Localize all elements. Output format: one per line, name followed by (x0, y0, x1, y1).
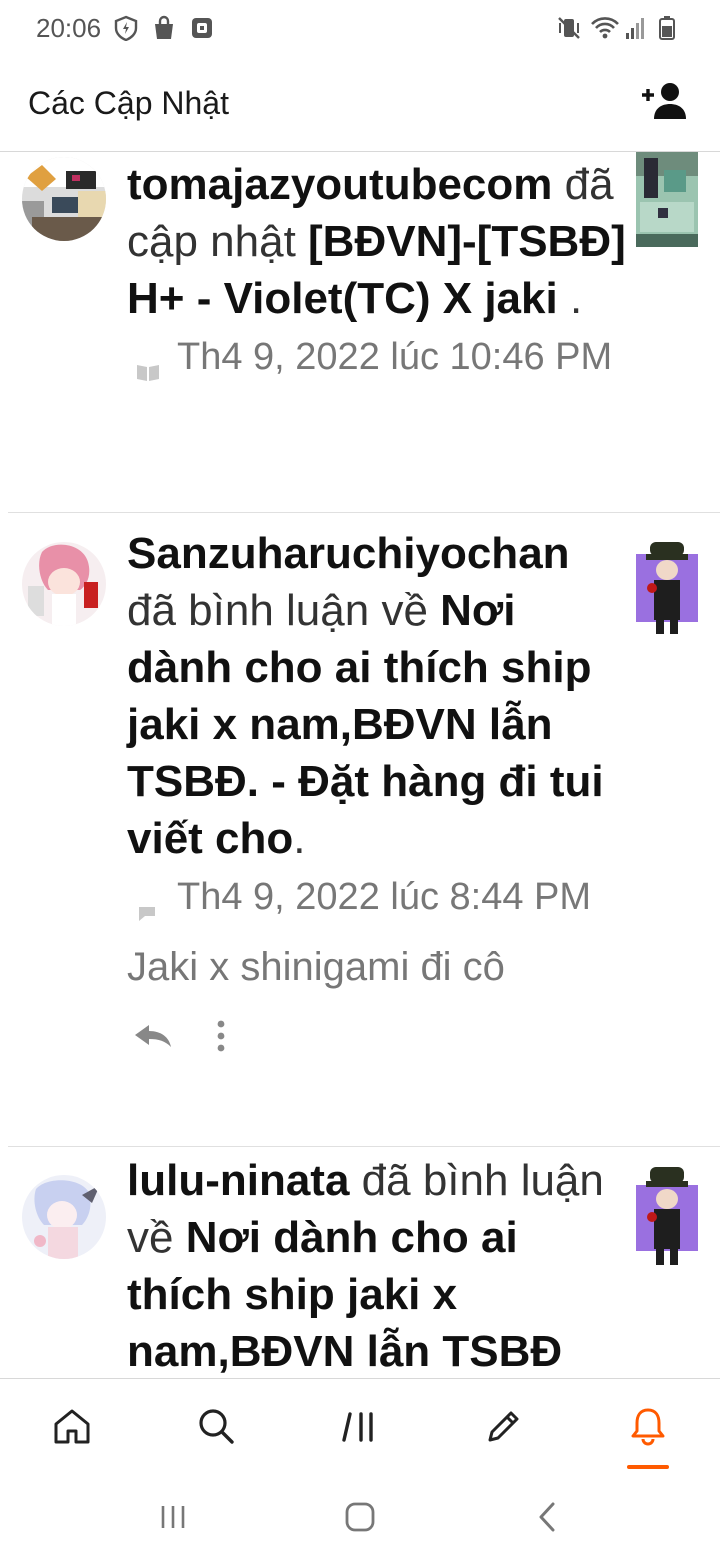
username[interactable]: tomajazyoutubecom (127, 160, 552, 209)
story-cover-thumbnail[interactable] (636, 152, 698, 247)
shield-icon (113, 15, 139, 42)
nav-home[interactable] (0, 1379, 144, 1479)
add-person-icon (640, 81, 688, 126)
feed-item[interactable]: Sanzuharuchiyochan đã bình luận về Nơi d… (0, 514, 720, 1147)
mute-vibrate-icon (556, 15, 582, 41)
username[interactable]: lulu-ninata (127, 1156, 349, 1205)
action-tail: . (293, 814, 306, 863)
meta-row: Th4 9, 2022 lúc 10:46 PM (135, 333, 627, 385)
home-button[interactable] (330, 1489, 390, 1549)
write-icon (484, 1406, 524, 1451)
more-icon (215, 1020, 227, 1057)
recents-button[interactable] (143, 1489, 203, 1549)
home-button-icon (344, 1501, 376, 1538)
update-headline[interactable]: lulu-ninata đã bình luận về Nơi dành cho… (127, 1147, 627, 1378)
action-text: đã bình luận về (127, 586, 441, 635)
username[interactable]: Sanzuharuchiyochan (127, 529, 570, 578)
reply-button[interactable] (131, 1021, 175, 1056)
nav-library[interactable] (288, 1379, 432, 1479)
app-header: Các Cập Nhật (0, 56, 720, 152)
nav-write[interactable] (432, 1379, 576, 1479)
updates-feed: tomajazyoutubecom đã cập nhật [BĐVN]-[TS… (0, 152, 720, 1378)
more-options-button[interactable] (215, 1019, 227, 1058)
app-box-icon (189, 15, 215, 41)
update-headline[interactable]: Sanzuharuchiyochan đã bình luận về Nơi d… (127, 514, 627, 867)
feed-item[interactable]: lulu-ninata đã bình luận về Nơi dành cho… (0, 1147, 720, 1378)
divider (8, 512, 720, 513)
comment-actions (131, 1019, 627, 1058)
feed-item[interactable]: tomajazyoutubecom đã cập nhật [BĐVN]-[TS… (0, 152, 720, 514)
timestamp: Th4 9, 2022 lúc 8:44 PM (177, 876, 592, 918)
back-icon (536, 1501, 558, 1538)
reply-icon (131, 1025, 175, 1055)
battery-icon (658, 15, 684, 41)
search-icon (196, 1406, 236, 1451)
story-title-link[interactable]: Nơi dành cho ai thích ship jaki x nam,BĐ… (127, 1213, 562, 1376)
nav-search[interactable] (144, 1379, 288, 1479)
home-icon (52, 1406, 92, 1451)
comment-excerpt[interactable]: Jaki x shinigami đi cô (127, 941, 627, 993)
status-bar: 20:06 (0, 0, 720, 56)
story-cover-thumbnail[interactable] (636, 1167, 698, 1265)
system-nav (0, 1478, 720, 1560)
recents-icon (158, 1502, 188, 1537)
avatar[interactable] (22, 542, 106, 626)
notifications-icon (628, 1406, 668, 1451)
signal-icon (624, 15, 650, 41)
add-person-button[interactable] (636, 76, 692, 132)
back-button[interactable] (517, 1489, 577, 1549)
shopping-bag-icon (151, 15, 177, 41)
timestamp: Th4 9, 2022 lúc 10:46 PM (177, 336, 613, 378)
wifi-icon (590, 15, 619, 41)
action-tail: . (557, 274, 583, 323)
update-headline[interactable]: tomajazyoutubecom đã cập nhật [BĐVN]-[TS… (127, 152, 627, 327)
avatar[interactable] (22, 157, 106, 241)
page-title: Các Cập Nhật (28, 85, 229, 121)
nav-notifications[interactable] (576, 1379, 720, 1479)
bottom-nav (0, 1378, 720, 1478)
meta-row: Th4 9, 2022 lúc 8:44 PM (135, 873, 627, 925)
status-time: 20:06 (36, 12, 102, 43)
comment-icon (135, 899, 161, 925)
avatar[interactable] (22, 1175, 106, 1259)
library-icon (340, 1406, 380, 1451)
book-icon (135, 359, 161, 385)
story-cover-thumbnail[interactable] (636, 542, 698, 634)
